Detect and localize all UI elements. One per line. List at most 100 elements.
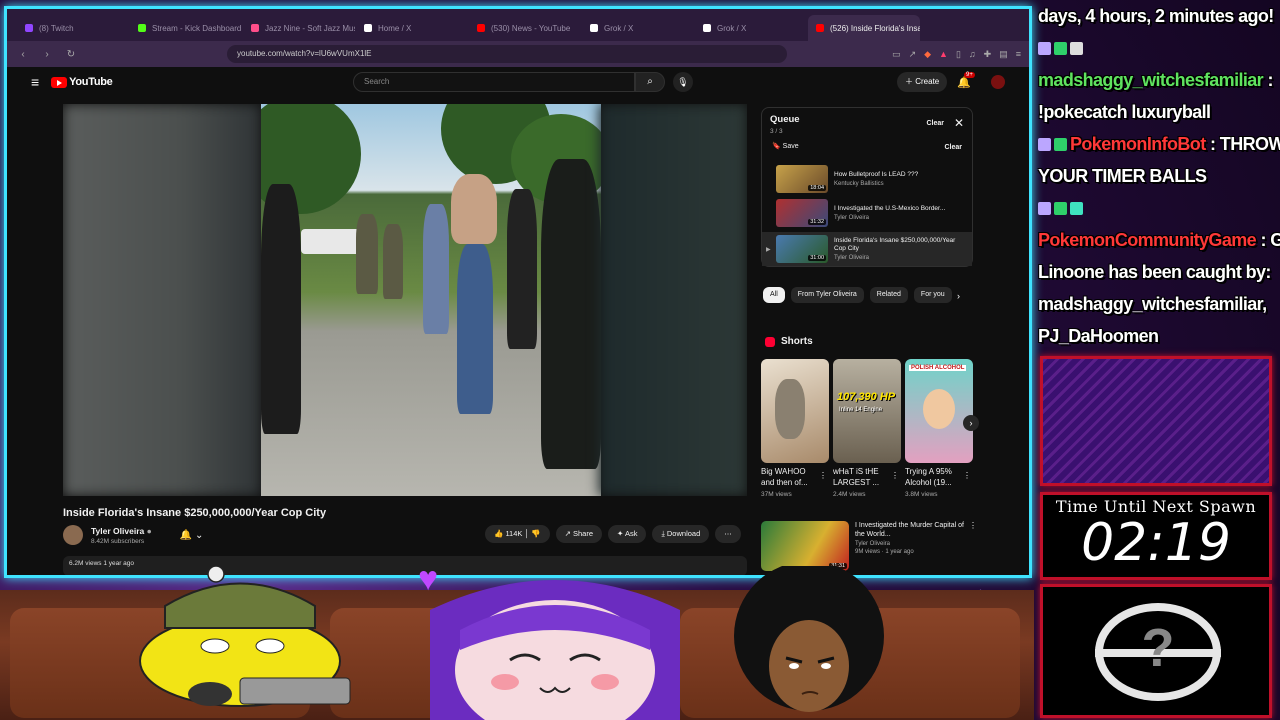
browser-tab[interactable]: Grok / X bbox=[582, 15, 694, 41]
brave-shield-icon[interactable]: ◆ bbox=[924, 49, 931, 60]
recommended-thumbnail: 31:31 bbox=[761, 521, 849, 571]
chevron-right-icon[interactable]: › bbox=[957, 291, 960, 301]
hamburger-icon[interactable]: ≡ bbox=[31, 74, 39, 90]
queue-item[interactable]: 31:32 I Investigated the U.S-Mexico Bord… bbox=[762, 196, 972, 230]
notifications-icon[interactable]: 🔔 9+ bbox=[957, 71, 975, 89]
video-frame bbox=[261, 104, 601, 496]
recommended-video[interactable]: 31:31 I Investigated the Murder Capital … bbox=[761, 521, 977, 571]
logo-text: YouTube bbox=[69, 76, 113, 88]
short-views: 37M views bbox=[761, 490, 792, 498]
back-icon[interactable]: ‹ bbox=[15, 49, 31, 60]
youtube-logo[interactable]: YouTube bbox=[51, 76, 113, 88]
search-icon[interactable]: ⌕ bbox=[635, 72, 665, 92]
tab-favicon-icon bbox=[25, 24, 33, 32]
now-playing-icon: ▶ bbox=[766, 246, 771, 253]
queue-clear-button[interactable]: Clear bbox=[926, 120, 944, 127]
chip-all[interactable]: All bbox=[763, 287, 785, 303]
reload-icon[interactable]: ↻ bbox=[63, 49, 79, 60]
more-icon[interactable]: ⋮ bbox=[963, 471, 971, 480]
queue-save-button[interactable]: 🔖 Save bbox=[772, 142, 799, 150]
chip-related[interactable]: Related bbox=[869, 287, 908, 303]
short-overlay-text: 107,390 HP bbox=[837, 391, 896, 403]
wallet-icon[interactable]: ▤ bbox=[999, 49, 1008, 60]
browser-tab[interactable]: Jazz Nine - Soft Jazz Music bbox=[243, 15, 355, 41]
rewards-icon[interactable]: ▲ bbox=[939, 49, 948, 60]
short-card[interactable]: POLISH ALCOHOL Trying A 95% Alcohol (19.… bbox=[905, 359, 973, 498]
shorts-next-icon[interactable]: › bbox=[963, 415, 979, 431]
video-blur-left bbox=[63, 104, 261, 496]
stream-overlay: (8) Twitch Stream - Kick Dashboard Jazz … bbox=[0, 0, 1280, 720]
chat-username: madshaggy_witchesfamiliar bbox=[1038, 70, 1264, 91]
queue-item[interactable]: 18:04 How Bulletproof Is LEAD ??? Kentuck… bbox=[762, 162, 972, 196]
purple-hair-avatar bbox=[430, 580, 680, 720]
screen-icon[interactable]: ▭ bbox=[892, 49, 901, 60]
tab-favicon-icon bbox=[590, 24, 598, 32]
more-icon[interactable]: ⋮ bbox=[969, 521, 977, 571]
recommended-meta: 9M views · 1 year ago bbox=[855, 549, 914, 556]
extension-icons: ▭ ↗ ◆ ▲ ▯ ♫ ✚ ▤ ≡ bbox=[892, 49, 1021, 60]
music-icon[interactable]: ♫ bbox=[969, 49, 976, 60]
duration: 31:32 bbox=[808, 219, 826, 225]
shorts-heading: Shorts bbox=[765, 336, 813, 347]
short-overlay-subtext: Inline 14 Engine bbox=[839, 407, 883, 413]
channel-avatar[interactable] bbox=[63, 525, 83, 545]
tab-favicon-icon bbox=[703, 24, 711, 32]
browser-tab-active[interactable]: (526) Inside Florida's Insa✕ bbox=[808, 15, 920, 41]
ask-button[interactable]: ✦ Ask bbox=[608, 525, 647, 543]
short-card[interactable]: Big WAHOO and then of... 37M views ⋮ bbox=[761, 359, 829, 498]
share-icon[interactable]: ↗ bbox=[909, 49, 917, 60]
url-field[interactable]: youtube.com/watch?v=lU6wVUmX1lE bbox=[227, 45, 787, 63]
chip-for-you[interactable]: For you bbox=[913, 287, 952, 303]
forward-icon[interactable]: › bbox=[39, 49, 55, 60]
queue-item-playing[interactable]: ▶ 31:00 Inside Florida's Insane $250,000… bbox=[762, 232, 972, 266]
subscribed-bell-icon[interactable]: 🔔 ⌄ bbox=[180, 530, 204, 541]
chat-badge-icon bbox=[1054, 138, 1067, 152]
browser-tab[interactable]: Home / X bbox=[356, 15, 468, 41]
video-player[interactable] bbox=[63, 104, 747, 496]
tab-label: Home / X bbox=[378, 23, 412, 33]
close-icon[interactable]: ✕ bbox=[954, 116, 964, 130]
officer bbox=[541, 159, 601, 469]
more-actions-icon[interactable]: ⋯ bbox=[715, 525, 741, 543]
officer bbox=[383, 224, 403, 299]
short-views: 3.8M views bbox=[905, 490, 938, 498]
search-input[interactable]: Search bbox=[353, 72, 635, 92]
more-icon[interactable]: ⋮ bbox=[891, 471, 899, 480]
detainee bbox=[423, 204, 449, 334]
officer bbox=[261, 184, 301, 434]
share-button[interactable]: ↗ Share bbox=[555, 525, 602, 543]
duration: 18:04 bbox=[808, 185, 826, 191]
like-button[interactable]: 👍 114K │ 👎 bbox=[485, 525, 550, 543]
browser-tab[interactable]: Grok / X bbox=[695, 15, 807, 41]
create-button[interactable]: ＋ Create bbox=[897, 72, 948, 92]
browser-tab[interactable]: (530) News - YouTube bbox=[469, 15, 581, 41]
more-icon[interactable]: ⋮ bbox=[819, 471, 827, 480]
like-count: 114K bbox=[505, 529, 523, 538]
queue-item-title: Inside Florida's Insane $250,000,000/Yea… bbox=[834, 236, 956, 252]
youtube-play-icon bbox=[51, 76, 68, 88]
menu-icon[interactable]: ≡ bbox=[1016, 49, 1021, 60]
queue-thumbnail: 31:00 bbox=[776, 235, 828, 263]
youtube-header: ≡ YouTube Search ⌕ 🎙 ＋ Create 🔔 9+ bbox=[7, 67, 1029, 97]
channel-name[interactable]: Tyler Oliveira ● bbox=[91, 526, 152, 536]
browser-tab[interactable]: (8) Twitch bbox=[17, 15, 129, 41]
sidebar-icon[interactable]: ▯ bbox=[956, 49, 961, 60]
browser-tab[interactable]: Stream - Kick Dashboard bbox=[130, 15, 242, 41]
chip-from-channel[interactable]: From Tyler Oliveira bbox=[790, 287, 864, 303]
browser-window: (8) Twitch Stream - Kick Dashboard Jazz … bbox=[4, 6, 1032, 578]
tab-label: Jazz Nine - Soft Jazz Music bbox=[265, 23, 355, 33]
shirtless-man bbox=[451, 174, 497, 244]
pokeball-icon: ? bbox=[1095, 603, 1221, 701]
chat-badge-icon bbox=[1038, 202, 1051, 216]
short-card[interactable]: 107,390 HP Inline 14 Engine wHaT iS tHE … bbox=[833, 359, 901, 498]
tab-label: Stream - Kick Dashboard bbox=[152, 23, 242, 33]
chat-username: PokemonInfoBot bbox=[1070, 134, 1206, 155]
microphone-icon[interactable]: 🎙 bbox=[673, 72, 693, 92]
queue-clear-button-2[interactable]: Clear bbox=[944, 144, 962, 151]
download-button[interactable]: ⤓ Download bbox=[652, 525, 710, 543]
chat-line: !pokecatch luxuryball bbox=[1038, 102, 1211, 123]
user-avatar[interactable] bbox=[991, 75, 1005, 89]
video-blur-right bbox=[599, 104, 747, 496]
chat-line: PJ_DaHoomen bbox=[1038, 326, 1159, 347]
extensions-icon[interactable]: ✚ bbox=[984, 49, 992, 60]
